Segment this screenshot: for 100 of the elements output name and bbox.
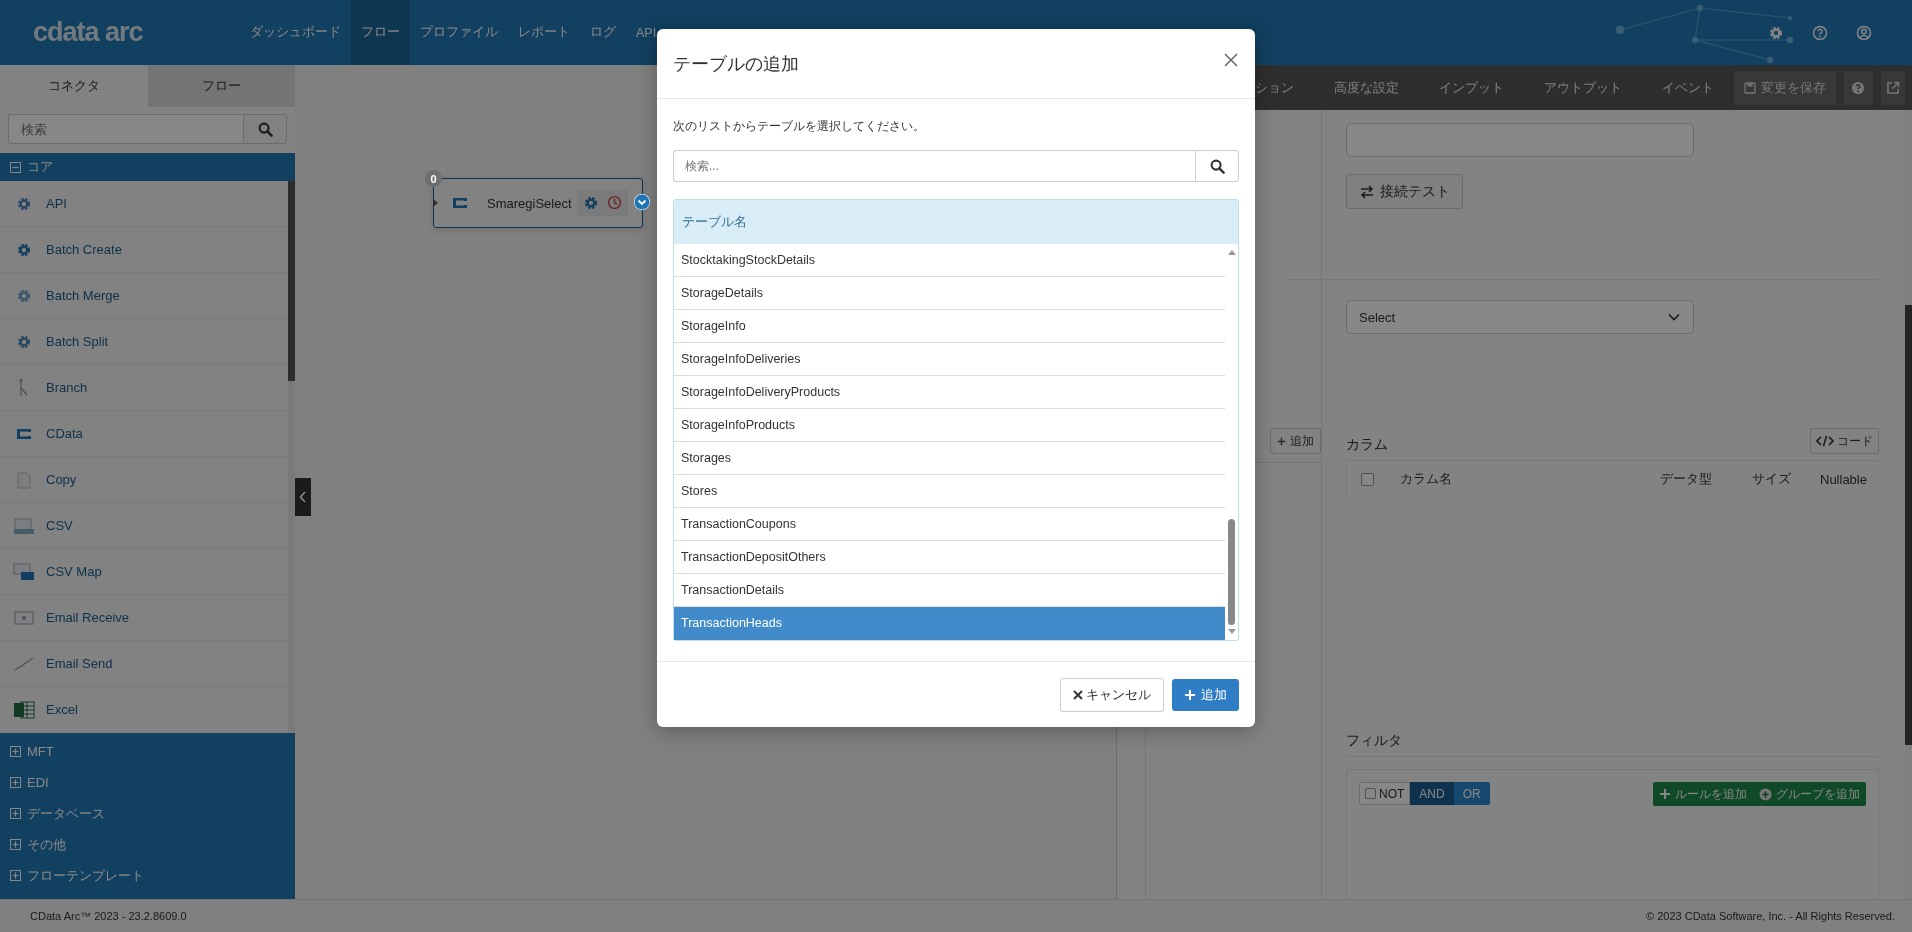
help-icon [1812, 24, 1828, 41]
dropdown[interactable]: Select [1346, 300, 1694, 334]
c-shape-icon [451, 196, 469, 210]
tab[interactable]: インプット [1419, 78, 1524, 97]
table-row[interactable]: StorageInfoProducts [674, 409, 1225, 442]
category-label: コア [27, 158, 53, 176]
expand-icon [10, 808, 21, 819]
external-link-icon [1885, 80, 1900, 95]
gear-icon [16, 287, 32, 304]
not-toggle[interactable]: NOT [1359, 782, 1411, 805]
nav-link[interactable]: ダッシュボード [240, 0, 351, 65]
table-row[interactable]: Stores [674, 475, 1225, 508]
search-icon [257, 121, 273, 137]
operator-button[interactable]: OR [1453, 782, 1490, 805]
section-title: カラム [1346, 436, 1388, 454]
clock-icon [607, 195, 622, 210]
table-row[interactable]: StorageInfo [674, 310, 1225, 343]
column-header: カラム名 [1400, 470, 1453, 488]
category-label: MFT [27, 744, 54, 759]
table-row[interactable]: Storages [674, 442, 1225, 475]
table-row[interactable]: TransactionHeads [674, 607, 1225, 640]
table-row[interactable]: StocktakingStockDetails [674, 244, 1225, 277]
scroll-up-icon [1227, 250, 1236, 255]
tab[interactable]: ション [1255, 78, 1314, 97]
table-row[interactable]: TransactionDepositOthers [674, 541, 1225, 574]
tab[interactable]: イベント [1642, 78, 1734, 97]
code-button[interactable]: コード [1810, 428, 1879, 454]
nav-link[interactable]: レポート [508, 0, 580, 65]
nav-link[interactable]: プロファイル [410, 0, 508, 65]
table-row[interactable]: StorageInfoDeliveryProducts [674, 376, 1225, 409]
save-button[interactable]: 変更を保存 [1734, 70, 1837, 105]
search-button[interactable] [1195, 150, 1239, 182]
collapse-icon [10, 161, 21, 173]
table-row[interactable]: StorageDetails [674, 277, 1225, 310]
settings-icon[interactable] [1768, 24, 1784, 41]
cancel-button[interactable]: キャンセル [1060, 677, 1164, 712]
checkbox[interactable] [1361, 472, 1374, 486]
scrollbar-thumb[interactable] [1228, 519, 1235, 625]
c-shape-icon [15, 426, 33, 441]
help-button[interactable] [1844, 70, 1873, 105]
plus-circle-icon [1759, 787, 1772, 801]
scroll-down-icon [1227, 629, 1236, 634]
category-label: EDI [27, 775, 49, 790]
input-port-icon [433, 199, 439, 207]
table-row[interactable]: TransactionCoupons [674, 508, 1225, 541]
envelope-icon [14, 610, 34, 625]
tab[interactable]: アウトプット [1524, 78, 1642, 97]
category-label: フローテンプレート [27, 866, 144, 885]
collapse-handle[interactable] [295, 478, 311, 516]
swap-arrows-icon [1359, 184, 1375, 199]
sidebar-tab[interactable]: フロー [147, 65, 295, 107]
gear-icon [16, 241, 32, 258]
chevron-left-icon [299, 491, 307, 503]
count-badge: 0 [425, 170, 442, 187]
external-link-button[interactable] [1880, 70, 1905, 105]
expand-icon [10, 777, 21, 788]
expand-icon [10, 839, 21, 850]
connector-item[interactable]: Copy [0, 457, 288, 503]
search-field[interactable]: 検索 [8, 114, 243, 144]
close-icon [1223, 51, 1239, 68]
add-group-button[interactable]: グループを追加 [1753, 782, 1866, 806]
user-icon [1856, 24, 1872, 41]
connector-item[interactable]: CSV Map [0, 549, 288, 595]
connector-item[interactable]: CSV [0, 503, 288, 549]
plus-icon [1184, 688, 1196, 701]
search-icon [1209, 158, 1225, 174]
category-label: データベース [27, 804, 105, 823]
gear-icon [16, 195, 32, 212]
add-rule-button[interactable]: ルールを追加 [1653, 782, 1753, 806]
column-header: Nullable [1820, 471, 1867, 487]
column-header: データ型 [1660, 470, 1713, 488]
add-button[interactable]: 追加 [1270, 428, 1321, 454]
logo: cdata arc [32, 16, 144, 49]
close-button[interactable] [1223, 51, 1239, 68]
category-label: その他 [27, 835, 66, 854]
nav-link[interactable]: ログ [580, 0, 626, 65]
plus-icon [1277, 436, 1286, 446]
table-row[interactable]: StorageInfoDeliveries [674, 343, 1225, 376]
document-icon [15, 469, 33, 490]
text-field[interactable] [1346, 123, 1694, 157]
gear-icon [16, 333, 32, 350]
operator-button[interactable]: AND [1410, 782, 1454, 805]
connection-test-button[interactable]: 接続テスト [1346, 174, 1463, 209]
file-icon [13, 516, 35, 535]
expand-icon [10, 870, 21, 881]
add-button[interactable]: 追加 [1172, 678, 1239, 711]
category-header[interactable]: コア [0, 153, 295, 181]
nav-link[interactable]: フロー [351, 0, 410, 65]
connector-item[interactable]: Email Receive [0, 595, 288, 641]
scrollbar-thumb[interactable] [1905, 305, 1912, 745]
copyright-text: © 2023 CData Software, Inc. - All Rights Reserved. [1646, 910, 1895, 922]
node-label: SmaregiSelect [487, 195, 572, 211]
chevron-circle-icon [634, 194, 650, 210]
gear-icon [583, 195, 599, 211]
tab[interactable]: 高度な設定 [1314, 78, 1419, 97]
help-icon [1851, 80, 1866, 95]
search-field[interactable]: 検索... [673, 150, 1195, 182]
checkbox[interactable] [1365, 788, 1376, 799]
scrollbar-thumb[interactable] [288, 181, 295, 381]
plus-icon [1659, 788, 1671, 800]
